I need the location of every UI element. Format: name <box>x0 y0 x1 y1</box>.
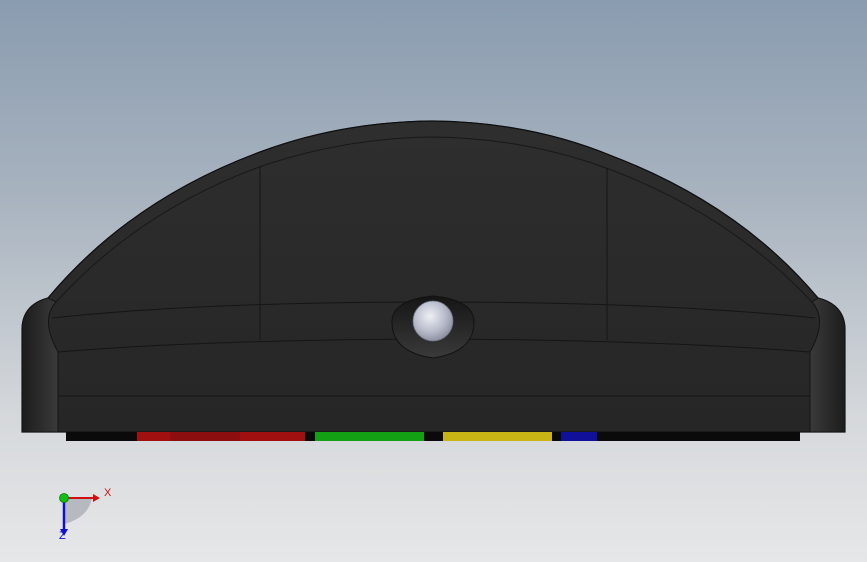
model-view[interactable] <box>0 0 867 562</box>
stripe-gap-3 <box>552 432 561 441</box>
stripe-black-left <box>66 432 137 441</box>
triad-z-label: Z <box>59 530 66 542</box>
orientation-triad: X Z <box>48 484 118 548</box>
stripe-blue <box>561 432 597 441</box>
stripe-red-shade <box>170 432 240 441</box>
triad-y-dot <box>59 493 69 503</box>
stripe-gap-2 <box>424 432 443 441</box>
triad-x-arrow <box>93 494 100 502</box>
triad-shadow <box>64 498 92 524</box>
sensor-ball[interactable] <box>412 300 454 342</box>
stripe-yellow <box>443 432 552 441</box>
triad-x-label: X <box>104 487 112 499</box>
color-stripe <box>66 432 800 441</box>
stripe-green <box>315 432 424 441</box>
housing-body[interactable] <box>21 120 846 433</box>
stripe-black-right <box>597 432 800 441</box>
stripe-gap-1 <box>305 432 315 441</box>
graphics-viewport[interactable]: X Z <box>0 0 867 562</box>
